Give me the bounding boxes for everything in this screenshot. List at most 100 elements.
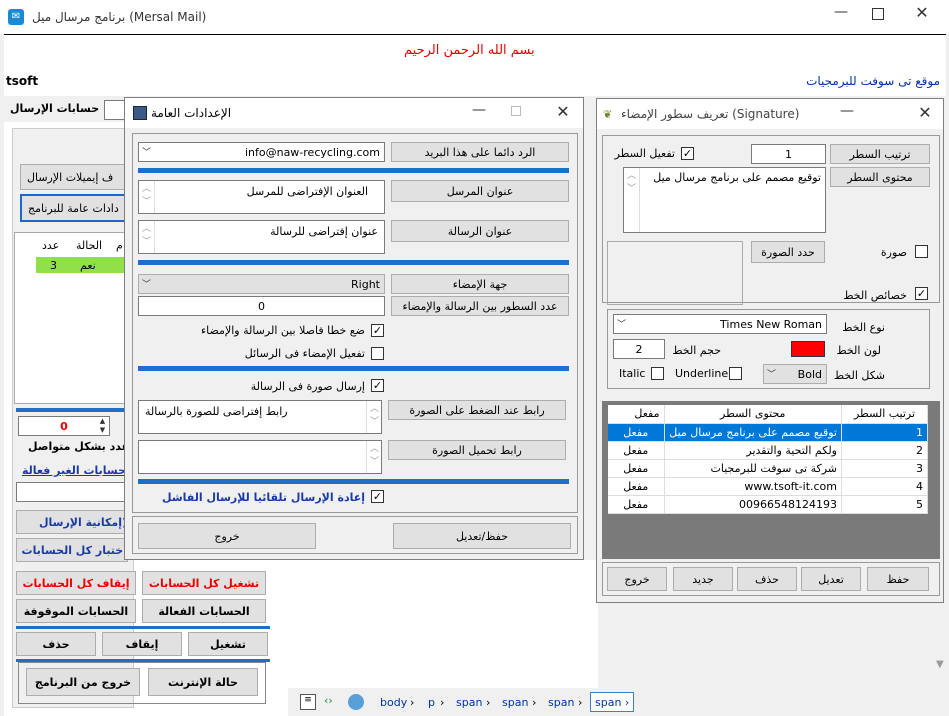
path-span-2[interactable]: span: [502, 696, 528, 709]
templates-button[interactable]: ف إيميلات الإرسال: [20, 164, 130, 190]
active-accounts-button[interactable]: الحسابات الفعالة: [142, 599, 266, 623]
pick-image-button[interactable]: حدد الصورة: [751, 241, 825, 263]
settings-save-button[interactable]: حفظ/تعديل: [393, 523, 571, 549]
signature-minimize-icon[interactable]: —: [837, 103, 857, 123]
font-shape-label: شكل الخط: [833, 369, 885, 382]
inactive-accounts-input[interactable]: [16, 482, 128, 502]
image-click-link-label: رابط عند الضغط على الصورة: [388, 400, 566, 420]
sender-scrollbar[interactable]: ︿ ﹀: [139, 181, 155, 213]
stopped-accounts-button[interactable]: الحسابات الموقوفة: [16, 599, 136, 623]
line-order-value: 1: [785, 147, 792, 161]
settings-button[interactable]: دادات عامة للبرنامج: [20, 194, 130, 222]
font-type-select[interactable]: Times New Roman: [613, 314, 827, 334]
globe-icon[interactable]: [348, 694, 364, 710]
code-icon[interactable]: ‹›: [324, 694, 340, 710]
sig-save-button[interactable]: حفظ: [867, 567, 929, 591]
pause-button[interactable]: إيقاف: [102, 632, 182, 656]
signature-table[interactable]: مفعل محتوى السطر ترتيب السطر مفعل توقيع م…: [608, 405, 928, 514]
sig-new-button[interactable]: جديد: [673, 567, 733, 591]
lines-count-label: عدد السطور بين الرسالة والإمضاء: [391, 296, 569, 316]
enable-signature-checkbox[interactable]: [371, 347, 384, 360]
delete-button[interactable]: حذف: [16, 632, 96, 656]
path-span-current[interactable]: span ›: [590, 692, 634, 712]
subject-scrollbar[interactable]: ︿ ﹀: [139, 221, 155, 253]
image-checkbox[interactable]: [915, 245, 928, 258]
table-row[interactable]: مفعل 00966548124193 5: [608, 495, 928, 514]
settings-maximize-icon[interactable]: [511, 106, 521, 116]
cell-enabled: مفعل: [608, 495, 665, 514]
lines-count-input[interactable]: 0: [138, 296, 385, 316]
settings-exit-button[interactable]: خروج: [138, 523, 316, 549]
cell-order: 5: [841, 495, 928, 514]
underline-checkbox[interactable]: [729, 367, 742, 380]
path-sep-5: ›: [578, 696, 583, 709]
cell-enabled: مفعل: [608, 423, 665, 442]
font-type-value: Times New Roman: [720, 317, 822, 331]
sig-exit-button[interactable]: خروج: [607, 567, 667, 591]
font-size-input[interactable]: 2: [613, 339, 665, 359]
maximize-icon[interactable]: [872, 8, 884, 20]
italic-checkbox[interactable]: [651, 367, 664, 380]
path-body[interactable]: body: [380, 696, 407, 709]
exit-program-button[interactable]: خروج من البرنامج: [26, 668, 140, 696]
minimize-icon[interactable]: —: [828, 4, 854, 28]
path-span-current-label: span: [595, 696, 622, 709]
separator-line-checkbox[interactable]: ✓: [371, 324, 384, 337]
image-click-scrollbar[interactable]: ︿ ﹀: [366, 401, 382, 433]
accounts-label: حسابات الإرسال: [10, 102, 100, 115]
counter-spinner[interactable]: ▲ ▼: [96, 417, 109, 435]
signature-side-chevron-down-icon[interactable]: ﹀: [142, 277, 151, 290]
image-preview: [607, 241, 743, 305]
reply-email-chevron-down-icon[interactable]: ﹀: [142, 145, 151, 158]
subject-value: عنوان إفتراضى للرسالة: [270, 225, 378, 238]
image-load-scrollbar[interactable]: ︿ ﹀: [366, 441, 382, 473]
path-span-1[interactable]: span: [456, 696, 482, 709]
reply-email-combo[interactable]: info@naw-recycling.com: [138, 142, 385, 162]
table-row[interactable]: مفعل توقيع مصمم على برنامج مرسال ميل 1: [608, 423, 928, 442]
sig-edit-button[interactable]: تعديل: [801, 567, 861, 591]
font-props-checkbox[interactable]: ✓: [915, 287, 928, 300]
line-order-input[interactable]: 1: [751, 144, 826, 164]
capability-button[interactable]: إمكانية الإرسال): [16, 510, 128, 534]
image-load-link-input[interactable]: [138, 440, 382, 474]
path-p[interactable]: p: [428, 696, 435, 709]
test-all-button[interactable]: اختبار كل الحسابات: [16, 538, 128, 562]
line-content-scrollbar[interactable]: ︿ ﹀: [624, 168, 640, 232]
font-type-chevron-down-icon[interactable]: ﹀: [617, 317, 626, 330]
grid-col-m: م: [116, 239, 123, 252]
signature-table-area[interactable]: مفعل محتوى السطر ترتيب السطر مفعل توقيع م…: [602, 401, 940, 559]
enable-line-checkbox[interactable]: ✓: [681, 147, 694, 160]
stop-all-button[interactable]: إيقاف كل الحسابات: [16, 571, 136, 595]
accounts-combo[interactable]: [104, 100, 126, 120]
reply-email-label: الرد دائما على هذا البريد: [391, 142, 569, 162]
site-link[interactable]: موقع تى سوفت للبرمجيات: [806, 74, 940, 88]
table-row[interactable]: مفعل شركة تى سوفت للبرمجيات 3: [608, 459, 928, 478]
settings-close-icon[interactable]: ✕: [553, 102, 573, 122]
close-icon[interactable]: ✕: [912, 3, 932, 27]
table-row[interactable]: مفعل www.tsoft-it.com 4: [608, 477, 928, 496]
internet-status-button[interactable]: حالة الإنترنت: [148, 668, 258, 696]
path-span-3[interactable]: span: [548, 696, 574, 709]
bismillah: بسم الله الرحمن الرحيم: [404, 43, 535, 58]
sender-address-input[interactable]: العنوان الإفتراضى للمرسل: [138, 180, 385, 214]
font-shape-chevron-down-icon[interactable]: ﹀: [767, 367, 776, 380]
col-order: ترتيب السطر: [841, 405, 928, 424]
font-props-label: خصائص الخط: [843, 289, 907, 302]
table-row[interactable]: مفعل ولكم التحية والتقدير 2: [608, 441, 928, 460]
col-content: محتوى السطر: [664, 405, 842, 424]
list-icon[interactable]: ≡: [300, 694, 316, 710]
auto-resend-checkbox[interactable]: ✓: [371, 490, 384, 503]
signature-close-icon[interactable]: ✕: [915, 103, 935, 123]
signature-side-select[interactable]: Right: [138, 274, 385, 294]
line-content-input[interactable]: توقيع مصمم على برنامج مرسال ميل: [623, 167, 826, 233]
font-color-swatch[interactable]: [791, 341, 825, 357]
settings-minimize-icon[interactable]: —: [469, 102, 489, 122]
editor-area[interactable]: [288, 560, 598, 688]
send-image-checkbox[interactable]: ✓: [371, 379, 384, 392]
sig-delete-button[interactable]: حذف: [737, 567, 797, 591]
start-all-button[interactable]: تشغيل كل الحسابات: [142, 571, 266, 595]
run-button[interactable]: تشغيل: [188, 632, 268, 656]
settings-bar-4: [138, 479, 569, 484]
subject-input[interactable]: عنوان إفتراضى للرسالة: [138, 220, 385, 254]
image-click-link-input[interactable]: رابط إفتراضى للصورة بالرسالة: [138, 400, 382, 434]
